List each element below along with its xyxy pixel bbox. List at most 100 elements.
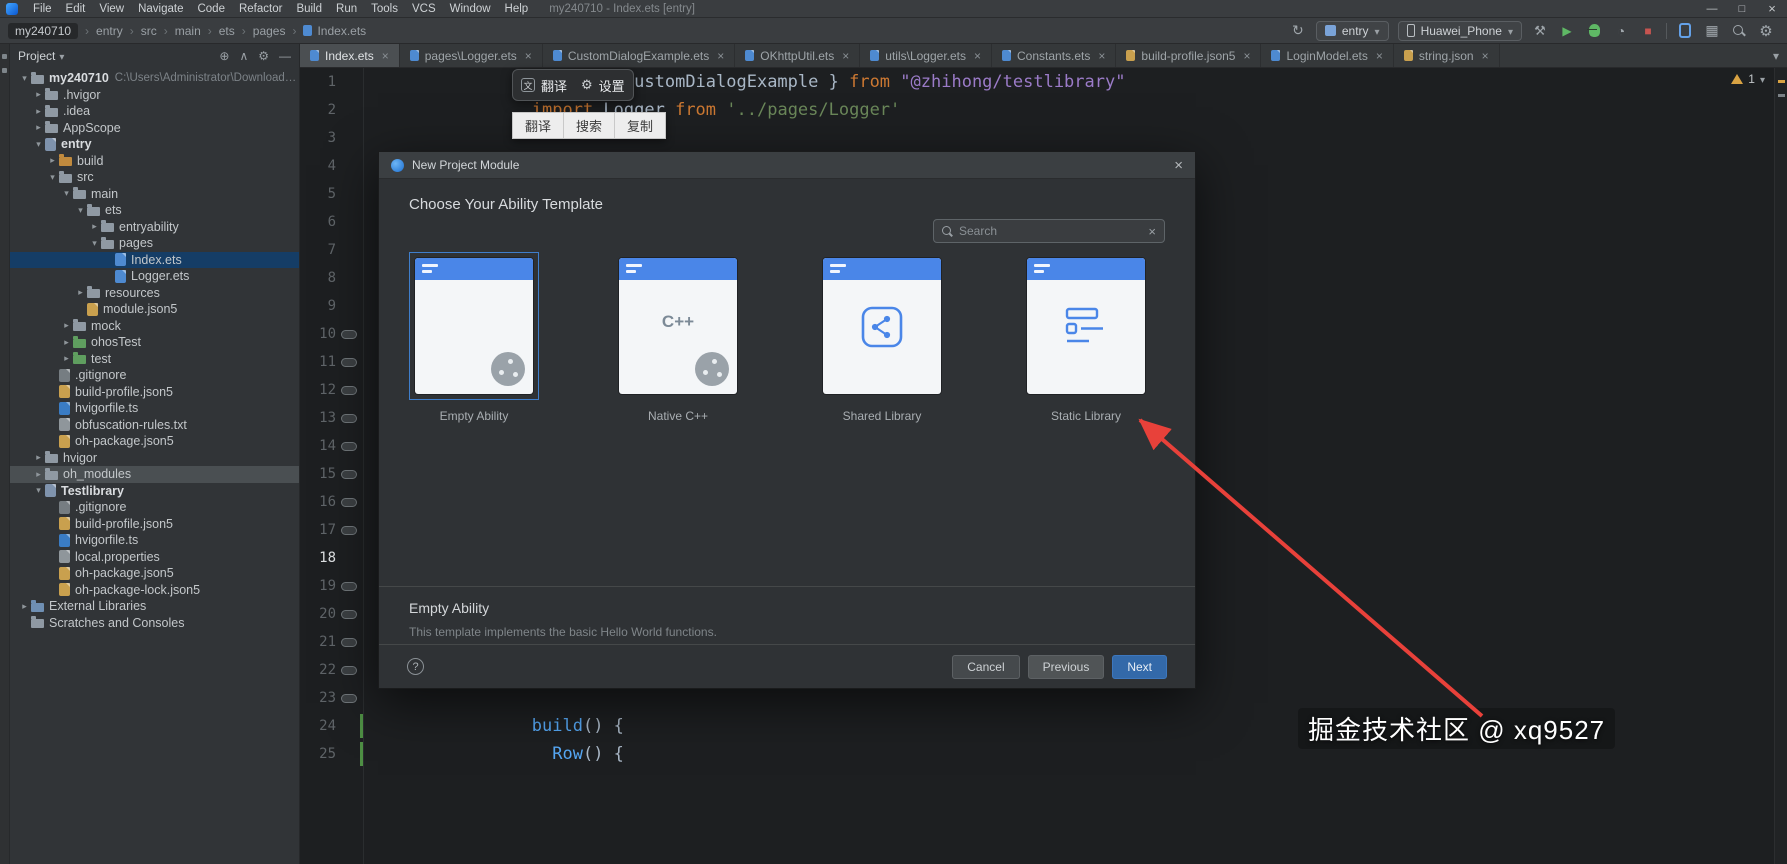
tab-close-icon[interactable] [717, 49, 724, 63]
gutter-line[interactable]: 16 [300, 488, 363, 516]
tree-row[interactable]: module.json5 [10, 301, 299, 318]
tree-row[interactable]: oh-package.json5 [10, 433, 299, 450]
dialog-title-bar[interactable]: New Project Module [379, 152, 1195, 179]
tree-row[interactable]: entry [10, 136, 299, 153]
minimize-icon[interactable] [1697, 0, 1727, 18]
tree-row[interactable]: .idea [10, 103, 299, 120]
gutter-line[interactable]: 6 [300, 208, 363, 236]
gutter-line[interactable]: 7 [300, 236, 363, 264]
tree-row[interactable]: src [10, 169, 299, 186]
gutter-line[interactable]: 2 [300, 96, 363, 124]
menu-item[interactable]: Code [190, 3, 232, 15]
text-action-button[interactable]: 搜索 [563, 113, 614, 138]
hidden-tabs-chevron-icon[interactable] [1773, 49, 1779, 63]
close-icon[interactable] [1174, 158, 1183, 173]
search-input[interactable] [959, 224, 1143, 238]
tree-row[interactable]: External Libraries [10, 598, 299, 615]
help-icon[interactable] [407, 658, 424, 675]
grid-icon[interactable] [1703, 22, 1721, 40]
tab-close-icon[interactable] [1376, 49, 1383, 63]
clear-search-icon[interactable] [1148, 224, 1156, 239]
menu-item[interactable]: Navigate [131, 3, 190, 15]
hide-panel-icon[interactable] [279, 49, 291, 63]
tree-row[interactable]: local.properties [10, 549, 299, 566]
tree-row[interactable]: obfuscation-rules.txt [10, 417, 299, 434]
gutter-widget-icon[interactable] [341, 385, 357, 395]
gutter-line[interactable]: 5 [300, 180, 363, 208]
tab-close-icon[interactable] [974, 49, 981, 63]
template-card[interactable]: Empty Ability [409, 252, 539, 423]
chevron-icon[interactable] [32, 469, 45, 480]
tab-close-icon[interactable] [525, 49, 532, 63]
tab-close-icon[interactable] [1098, 49, 1105, 63]
inspections-widget[interactable]: 1 [1731, 72, 1765, 86]
breadcrumb-item[interactable]: Index.ets [285, 24, 366, 38]
chevron-icon[interactable] [32, 89, 45, 100]
breadcrumb-item[interactable]: entry [78, 24, 123, 38]
tree-row[interactable]: mock [10, 318, 299, 335]
tree-row[interactable]: AppScope [10, 120, 299, 137]
tree-row[interactable]: .gitignore [10, 499, 299, 516]
editor-tab[interactable]: LoginModel.ets [1261, 44, 1394, 67]
translate-button[interactable]: 翻译 [521, 76, 567, 95]
template-card[interactable]: C++ Native C++ [613, 252, 743, 423]
gutter-widget-icon[interactable] [341, 665, 357, 675]
chevron-icon[interactable] [88, 221, 101, 232]
chevron-icon[interactable] [32, 106, 45, 117]
editor-tab[interactable]: pages\Logger.ets [400, 44, 543, 67]
gutter-line[interactable]: 19 [300, 572, 363, 600]
tool-window-icon[interactable] [2, 54, 7, 59]
tree-row[interactable]: oh_modules [10, 466, 299, 483]
locate-file-icon[interactable] [219, 49, 229, 63]
tab-close-icon[interactable] [842, 49, 849, 63]
gutter-widget-icon[interactable] [341, 525, 357, 535]
editor-tab[interactable]: Index.ets [300, 44, 400, 67]
breadcrumb-item[interactable]: main [157, 24, 201, 38]
chevron-icon[interactable] [32, 122, 45, 133]
chevron-icon[interactable] [74, 205, 87, 216]
gutter-widget-icon[interactable] [341, 329, 357, 339]
chevron-icon[interactable] [60, 337, 73, 348]
tree-row[interactable]: my240710 C:\Users\Administrator\Download… [10, 70, 299, 87]
gutter-line[interactable]: 10 [300, 320, 363, 348]
gutter-widget-icon[interactable] [341, 693, 357, 703]
template-card[interactable]: Shared Library [817, 252, 947, 423]
gutter-line[interactable]: 17 [300, 516, 363, 544]
gutter-line[interactable]: 4 [300, 152, 363, 180]
menu-item[interactable]: Tools [364, 3, 405, 15]
menu-item[interactable]: Edit [59, 3, 93, 15]
tree-row[interactable]: ets [10, 202, 299, 219]
gutter-line[interactable]: 12 [300, 376, 363, 404]
text-action-button[interactable]: 复制 [614, 113, 665, 138]
chevron-icon[interactable] [88, 238, 101, 249]
tree-row[interactable]: build [10, 153, 299, 170]
chevron-icon[interactable] [46, 155, 59, 166]
chevron-icon[interactable] [46, 172, 59, 183]
gutter-widget-icon[interactable] [341, 413, 357, 423]
gutter-line[interactable]: 18 [300, 544, 363, 572]
menu-item[interactable]: Run [329, 3, 364, 15]
tree-row[interactable]: .hvigor [10, 87, 299, 104]
tab-close-icon[interactable] [1482, 49, 1489, 63]
editor-tab[interactable]: CustomDialogExample.ets [543, 44, 736, 67]
editor-tab[interactable]: Constants.ets [992, 44, 1117, 67]
gutter-line[interactable]: 3 [300, 124, 363, 152]
tree-row[interactable]: ohosTest [10, 334, 299, 351]
sync-icon[interactable] [1289, 22, 1307, 40]
tree-row[interactable]: hvigorfile.ts [10, 532, 299, 549]
device-manager-icon[interactable] [1679, 23, 1691, 38]
gutter-line[interactable]: 13 [300, 404, 363, 432]
gutter-widget-icon[interactable] [341, 637, 357, 647]
profiler-icon[interactable] [1612, 22, 1630, 40]
gutter-line[interactable]: 14 [300, 432, 363, 460]
gutter-line[interactable]: 21 [300, 628, 363, 656]
menu-item[interactable]: Build [289, 3, 329, 15]
tree-row[interactable]: oh-package.json5 [10, 565, 299, 582]
tree-row[interactable]: build-profile.json5 [10, 516, 299, 533]
editor-tab[interactable]: build-profile.json5 [1116, 44, 1262, 67]
settings-icon[interactable] [1757, 22, 1775, 40]
run-icon[interactable] [1558, 22, 1576, 40]
chevron-icon[interactable] [32, 139, 45, 150]
menu-item[interactable]: View [92, 3, 131, 15]
collapse-all-icon[interactable] [239, 49, 248, 63]
